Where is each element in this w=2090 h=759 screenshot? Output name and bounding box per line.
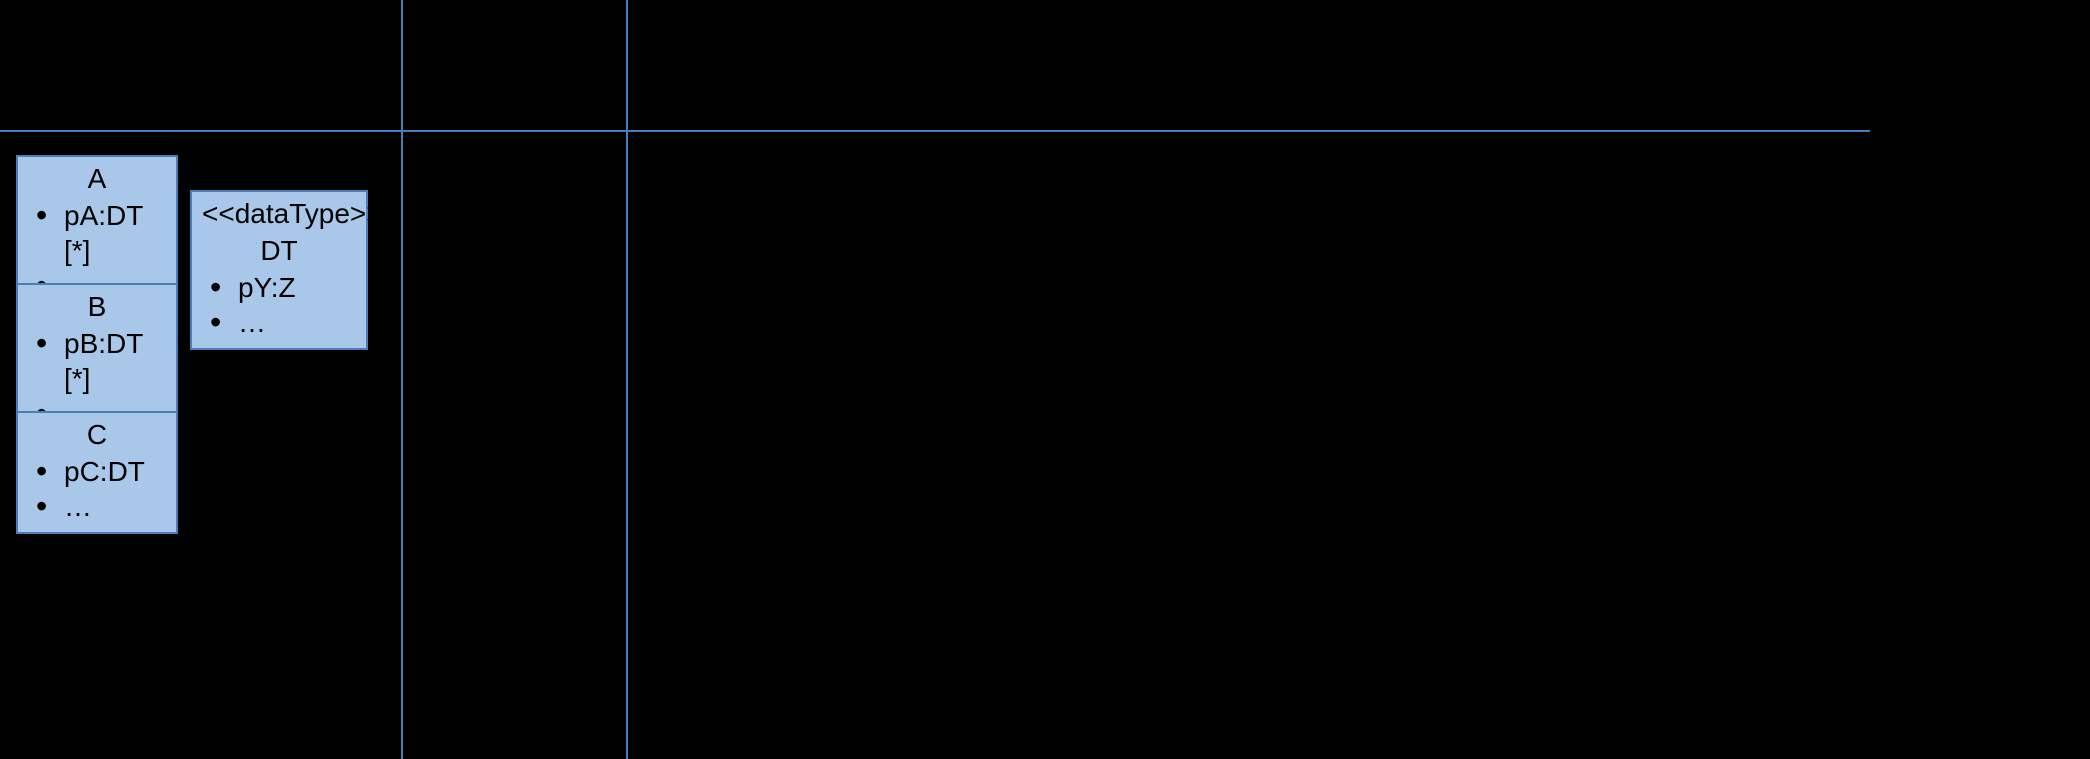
- uml-datatype-DT: <<dataType>> DT pY:Z …: [190, 190, 368, 350]
- uml-attr: pC:DT: [36, 454, 166, 489]
- uml-class-C: C pC:DT …: [16, 411, 178, 534]
- uml-class-title: DT: [192, 233, 366, 270]
- uml-stereotype: <<dataType>>: [192, 196, 366, 233]
- uml-class-title: C: [18, 417, 176, 454]
- grid-vline-2: [626, 0, 628, 759]
- uml-attr: pA:DT [*]: [36, 198, 166, 268]
- uml-class-title: B: [18, 289, 176, 326]
- uml-attr: …: [210, 305, 356, 340]
- uml-attr: …: [36, 489, 166, 524]
- uml-attr: pY:Z: [210, 270, 356, 305]
- uml-attr-list: pC:DT …: [18, 454, 176, 524]
- grid-vline-1: [401, 0, 403, 759]
- grid-hline: [0, 130, 1870, 132]
- uml-class-title: A: [18, 161, 176, 198]
- uml-attr-list: pY:Z …: [192, 270, 366, 340]
- uml-attr: pB:DT [*]: [36, 326, 166, 396]
